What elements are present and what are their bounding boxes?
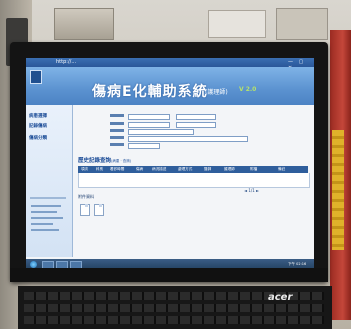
- app-logo-icon: [30, 70, 42, 84]
- column-header[interactable]: 科別: [96, 167, 103, 172]
- yellow-stripe: [332, 130, 344, 250]
- form-field[interactable]: [176, 114, 216, 120]
- desk-tray: [54, 8, 114, 40]
- form-field[interactable]: [176, 122, 216, 128]
- app-subtitle: (護理師): [205, 89, 228, 96]
- form-label: [110, 129, 124, 132]
- app-version: V 2.0: [239, 86, 257, 93]
- history-hint: (病患 · 查詢): [111, 159, 132, 163]
- history-title: 歷史記錄查詢(病患 · 查詢): [78, 158, 132, 164]
- storage-box: [276, 8, 328, 40]
- form-field[interactable]: [128, 122, 170, 128]
- column-header[interactable]: 處理方式: [178, 167, 192, 172]
- sidebar-item-record[interactable]: 記錄傷病: [29, 123, 47, 129]
- patient-form: [110, 114, 250, 149]
- column-header[interactable]: 護理師: [224, 167, 235, 172]
- sidebar: 病患選擇 記錄傷病 傷病分類: [26, 105, 73, 257]
- form-field[interactable]: [128, 136, 248, 142]
- column-header[interactable]: 病況描述: [152, 167, 166, 172]
- form-label: [110, 122, 124, 125]
- sidebar-divider: [30, 197, 66, 199]
- paper-box: [208, 10, 266, 38]
- form-field[interactable]: [128, 143, 160, 149]
- history-table-header: 項次 科別 看診時間 傷病 病況描述 處理方式 醫師 護理師 附檔 備註: [78, 166, 308, 173]
- form-label: [110, 143, 124, 146]
- monitor-screen: http://... — ▢ ✕ 傷病E化輔助系統 (護理師) V 2.0 病患…: [26, 58, 314, 270]
- column-header[interactable]: 傷病: [136, 167, 143, 172]
- column-header[interactable]: 附檔: [250, 167, 257, 172]
- start-button-icon[interactable]: [30, 261, 37, 268]
- sidebar-item-category[interactable]: 傷病分類: [29, 135, 47, 141]
- key-row: [24, 316, 324, 324]
- browser-titlebar: http://... — ▢ ✕: [26, 58, 314, 71]
- sidebar-link-line[interactable]: [31, 205, 61, 207]
- sidebar-item-patient[interactable]: 病患選擇: [29, 113, 47, 119]
- attachments-label: 附件資料: [78, 194, 94, 199]
- app-header: 傷病E化輔助系統 (護理師) V 2.0: [26, 67, 314, 105]
- window-title: http://...: [56, 59, 77, 65]
- form-label: [110, 114, 124, 117]
- sidebar-link-line[interactable]: [31, 211, 57, 213]
- form-field[interactable]: [128, 129, 194, 135]
- key-row: [24, 304, 324, 312]
- monitor-brand-logo: acer: [268, 292, 293, 303]
- history-table-body: [78, 173, 310, 188]
- sidebar-link-line[interactable]: [31, 223, 53, 225]
- column-header[interactable]: 項次: [81, 167, 88, 172]
- column-header[interactable]: 看診時間: [110, 167, 124, 172]
- monitor-chin: [10, 268, 328, 282]
- pager[interactable]: ◄ 1/1 ►: [244, 188, 259, 193]
- sidebar-link-line[interactable]: [31, 217, 63, 219]
- file-corner: [99, 204, 102, 207]
- column-header[interactable]: 醫師: [204, 167, 211, 172]
- column-header[interactable]: 備註: [278, 167, 285, 172]
- taskbar-clock: 下午 02:16: [288, 262, 307, 266]
- form-field[interactable]: [128, 114, 170, 120]
- sidebar-link-line[interactable]: [31, 229, 59, 231]
- file-corner: [85, 204, 88, 207]
- form-label: [110, 136, 124, 139]
- app-title: 傷病E化輔助系統: [92, 84, 208, 100]
